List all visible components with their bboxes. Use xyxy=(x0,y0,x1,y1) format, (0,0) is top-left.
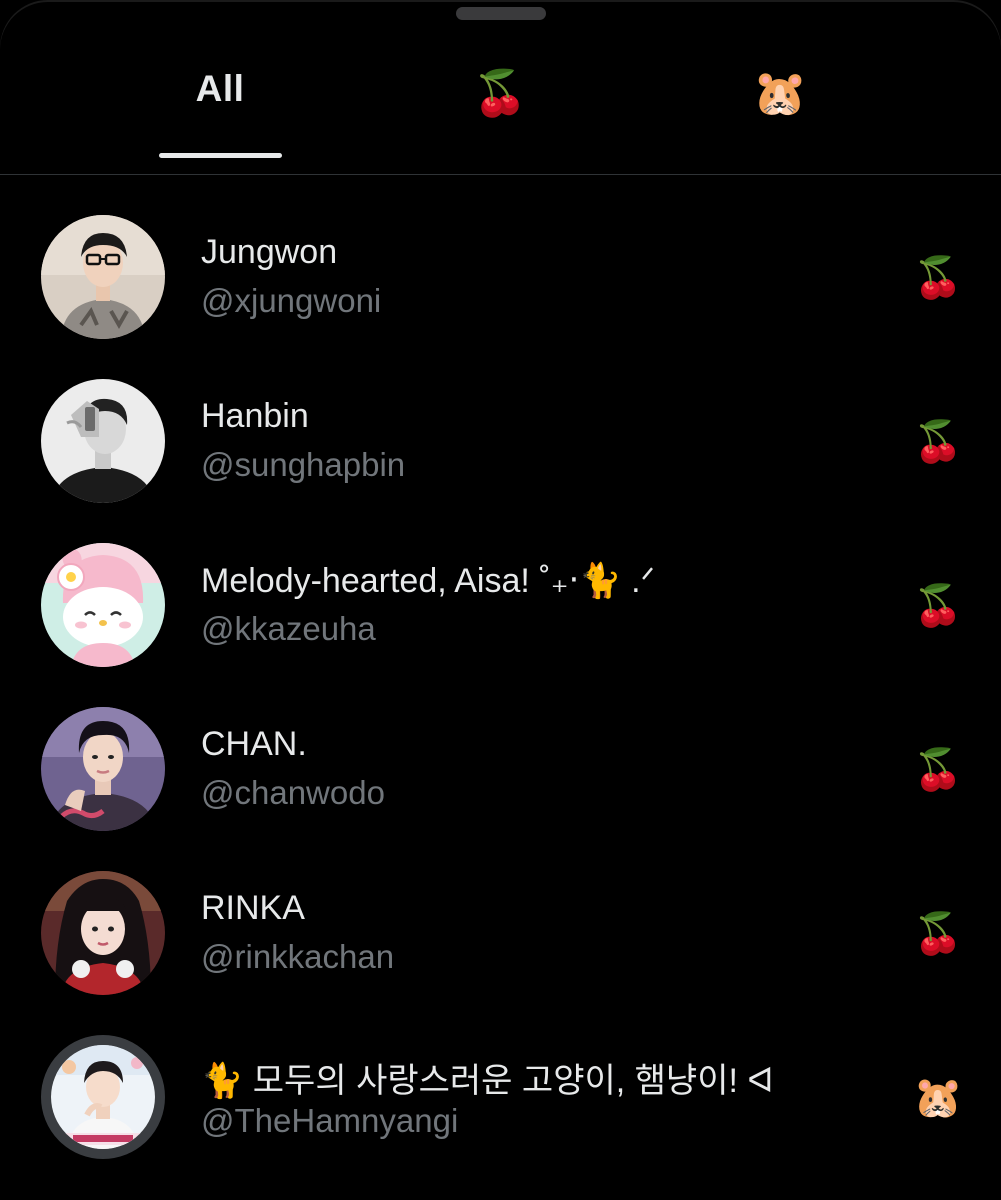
cherry-icon: 🍒 xyxy=(913,420,963,464)
account-name: 🐈 모두의 사랑스러운 고양이, 햄냥이! ᐊ xyxy=(201,1062,774,1100)
avatar[interactable] xyxy=(41,543,165,667)
list-item-jungwon[interactable]: Jungwon @xjungwoni 🍒 xyxy=(0,175,1001,339)
list-item-hamnyangi[interactable]: 🐈 모두의 사랑스러운 고양이, 햄냥이! ᐊ @TheHamnyangi 🐹 xyxy=(0,995,1001,1159)
lists-bottom-sheet: All 🍒 🐹 Jungwon @xjungwoni 🍒 Hanbin @sun… xyxy=(0,0,1001,1200)
account-name: Jungwon xyxy=(201,233,338,271)
list-item-rinka[interactable]: RINKA @rinkkachan 🍒 xyxy=(0,831,1001,995)
cherry-icon: 🍒 xyxy=(913,748,963,792)
avatar-image xyxy=(41,871,165,995)
account-handle: @rinkkachan xyxy=(201,938,395,975)
account-handle: @xjungwoni xyxy=(201,282,382,319)
account-name: RINKA xyxy=(201,889,305,927)
list-item-hanbin[interactable]: Hanbin @sunghapbin 🍒 xyxy=(0,339,1001,503)
sheet-grabber-handle[interactable] xyxy=(456,7,546,20)
avatar[interactable] xyxy=(41,871,165,995)
account-handle: @kkazeuha xyxy=(201,610,376,647)
account-handle: @TheHamnyangi xyxy=(201,1102,459,1139)
hamster-icon: 🐹 xyxy=(752,69,808,118)
cherry-icon: 🍒 xyxy=(913,912,963,956)
cherry-icon: 🍒 xyxy=(472,69,528,118)
avatar[interactable] xyxy=(41,215,165,339)
account-name: Melody-hearted, Aisa! ˚₊‧🐈 .ᐟ xyxy=(201,562,655,600)
active-tab-indicator xyxy=(159,153,282,158)
avatar[interactable] xyxy=(41,379,165,503)
avatar-image xyxy=(41,543,165,667)
cherry-icon: 🍒 xyxy=(913,256,963,300)
tab-bar: All 🍒 🐹 xyxy=(0,40,1001,175)
avatar[interactable] xyxy=(41,1035,165,1159)
list-item-melody-hearted-aisa[interactable]: Melody-hearted, Aisa! ˚₊‧🐈 .ᐟ @kkazeuha … xyxy=(0,503,1001,667)
tab-all-label: All xyxy=(195,68,245,109)
avatar-image xyxy=(41,215,165,339)
account-name: Hanbin xyxy=(201,397,309,435)
account-handle: @sunghapbin xyxy=(201,446,406,483)
cherry-icon: 🍒 xyxy=(913,584,963,628)
hamster-icon: 🐹 xyxy=(913,1076,963,1120)
account-handle: @chanwodo xyxy=(201,774,385,811)
avatar-image xyxy=(41,707,165,831)
tab-hamster[interactable]: 🐹 xyxy=(680,40,880,174)
tab-cherry[interactable]: 🍒 xyxy=(400,40,600,174)
account-name: CHAN. xyxy=(201,725,307,763)
avatar-image xyxy=(41,379,165,503)
avatar[interactable] xyxy=(41,707,165,831)
avatar-image xyxy=(51,1045,155,1149)
list-item-chan[interactable]: CHAN. @chanwodo 🍒 xyxy=(0,667,1001,831)
